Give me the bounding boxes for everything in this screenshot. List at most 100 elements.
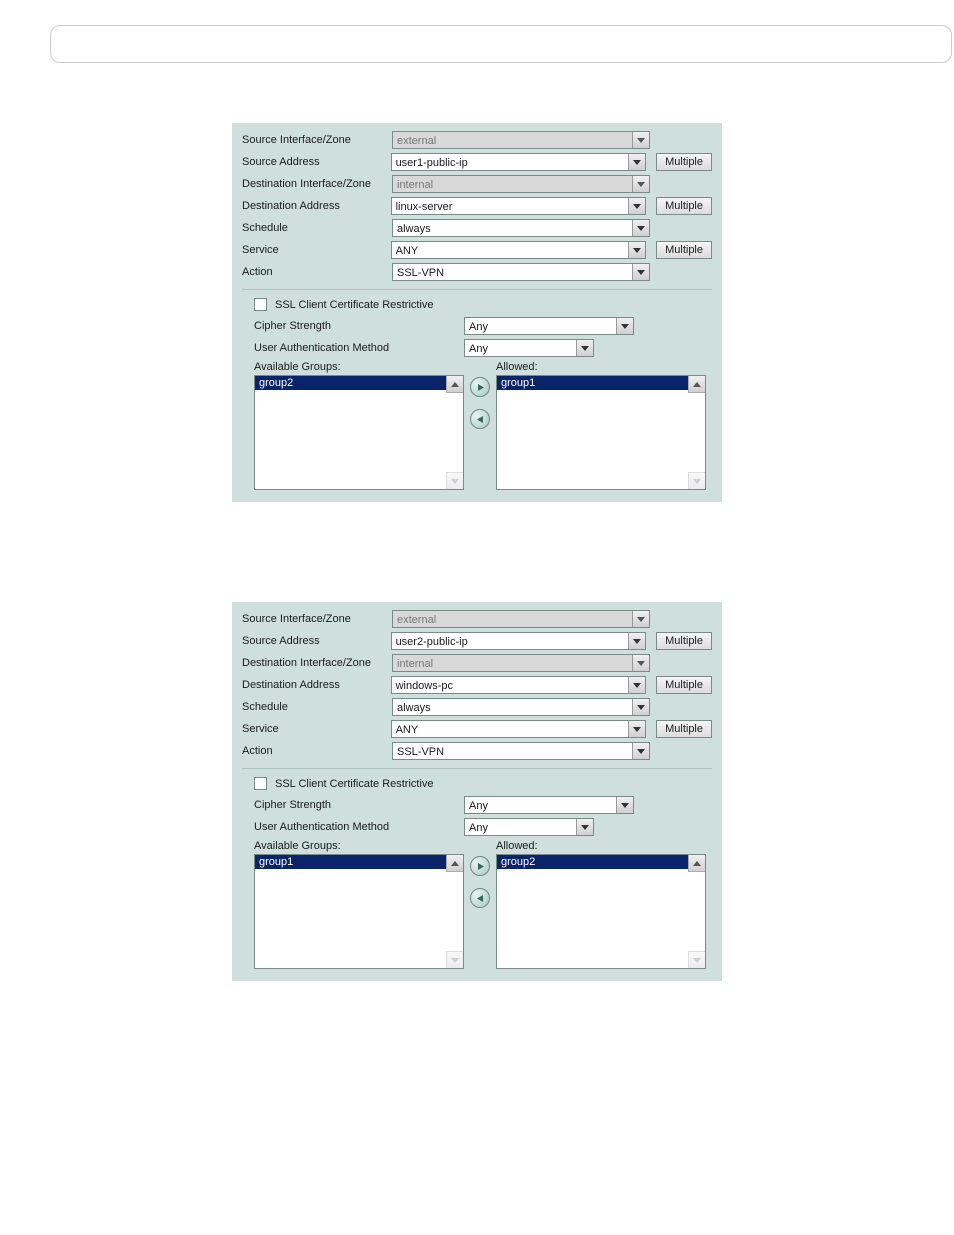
chevron-down-icon[interactable] [616, 318, 633, 334]
dst-iface-select: internal [392, 654, 650, 672]
chevron-down-icon[interactable] [632, 699, 649, 715]
available-groups-label: Available Groups: [254, 840, 464, 852]
chevron-down-icon[interactable] [628, 677, 645, 693]
available-groups-list[interactable]: group2 [254, 375, 464, 490]
chevron-down-icon[interactable] [616, 797, 633, 813]
ssl-cert-label: SSL Client Certificate Restrictive [275, 299, 434, 311]
schedule-value: always [397, 702, 431, 714]
scroll-down-icon[interactable] [688, 472, 705, 489]
action-label: Action [242, 745, 392, 757]
list-item[interactable]: group2 [497, 855, 705, 869]
chevron-down-icon[interactable] [632, 220, 649, 236]
scroll-down-icon[interactable] [688, 951, 705, 968]
dst-iface-value: internal [397, 658, 433, 670]
allowed-groups-label: Allowed: [496, 361, 706, 373]
src-addr-select[interactable]: user2-public-ip [391, 632, 647, 650]
schedule-select[interactable]: always [392, 219, 650, 237]
src-addr-value: user2-public-ip [396, 636, 468, 648]
scroll-down-icon[interactable] [446, 472, 463, 489]
chevron-down-icon[interactable] [576, 340, 593, 356]
scroll-up-icon[interactable] [688, 855, 705, 872]
cipher-select[interactable]: Any [464, 796, 634, 814]
src-iface-label: Source Interface/Zone [242, 613, 392, 625]
service-label: Service [242, 244, 391, 256]
cipher-value: Any [469, 800, 488, 812]
divider [242, 768, 712, 769]
chevron-down-icon[interactable] [628, 721, 645, 737]
ssl-cert-label: SSL Client Certificate Restrictive [275, 778, 434, 790]
scroll-up-icon[interactable] [446, 855, 463, 872]
chevron-down-icon[interactable] [628, 198, 645, 214]
list-item[interactable]: group1 [255, 855, 463, 869]
chevron-down-icon[interactable] [628, 633, 645, 649]
schedule-select[interactable]: always [392, 698, 650, 716]
chevron-down-icon[interactable] [628, 154, 645, 170]
ssl-cert-checkbox[interactable] [254, 777, 267, 790]
src-addr-select[interactable]: user1-public-ip [391, 153, 647, 171]
cipher-label: Cipher Strength [254, 799, 464, 811]
available-groups-list[interactable]: group1 [254, 854, 464, 969]
src-iface-select: external [392, 610, 650, 628]
ssl-cert-checkbox[interactable] [254, 298, 267, 311]
schedule-value: always [397, 223, 431, 235]
allowed-groups-list[interactable]: group2 [496, 854, 706, 969]
scroll-up-icon[interactable] [446, 376, 463, 393]
page-header-bar [50, 25, 952, 63]
chevron-down-icon [632, 611, 649, 627]
scroll-down-icon[interactable] [446, 951, 463, 968]
dst-iface-value: internal [397, 179, 433, 191]
cipher-value: Any [469, 321, 488, 333]
src-addr-multiple-button[interactable]: Multiple [656, 632, 712, 650]
policy-panel-1: Source Interface/Zone external Source Ad… [232, 123, 722, 502]
chevron-down-icon[interactable] [632, 264, 649, 280]
chevron-down-icon[interactable] [632, 743, 649, 759]
service-value: ANY [396, 245, 419, 257]
src-iface-label: Source Interface/Zone [242, 134, 392, 146]
chevron-down-icon [632, 176, 649, 192]
dst-iface-select: internal [392, 175, 650, 193]
dst-addr-label: Destination Address [242, 679, 391, 691]
dst-addr-multiple-button[interactable]: Multiple [656, 197, 712, 215]
move-right-button[interactable] [470, 856, 490, 876]
dst-addr-select[interactable]: linux-server [391, 197, 647, 215]
action-label: Action [242, 266, 392, 278]
cipher-select[interactable]: Any [464, 317, 634, 335]
action-select[interactable]: SSL-VPN [392, 263, 650, 281]
dst-addr-multiple-button[interactable]: Multiple [656, 676, 712, 694]
allowed-groups-label: Allowed: [496, 840, 706, 852]
service-value: ANY [396, 724, 419, 736]
dst-iface-label: Destination Interface/Zone [242, 657, 392, 669]
divider [242, 289, 712, 290]
action-select[interactable]: SSL-VPN [392, 742, 650, 760]
schedule-label: Schedule [242, 222, 392, 234]
dst-addr-select[interactable]: windows-pc [391, 676, 647, 694]
chevron-down-icon[interactable] [628, 242, 645, 258]
service-select[interactable]: ANY [391, 241, 647, 259]
move-left-button[interactable] [470, 888, 490, 908]
auth-method-value: Any [469, 822, 488, 834]
src-addr-multiple-button[interactable]: Multiple [656, 153, 712, 171]
list-item[interactable]: group2 [255, 376, 463, 390]
dst-addr-value: linux-server [396, 201, 453, 213]
chevron-down-icon[interactable] [576, 819, 593, 835]
service-select[interactable]: ANY [391, 720, 647, 738]
scroll-up-icon[interactable] [688, 376, 705, 393]
list-item[interactable]: group1 [497, 376, 705, 390]
src-addr-label: Source Address [242, 156, 391, 168]
dst-addr-value: windows-pc [396, 680, 453, 692]
src-iface-value: external [397, 614, 436, 626]
src-iface-select: external [392, 131, 650, 149]
service-multiple-button[interactable]: Multiple [656, 720, 712, 738]
auth-method-select[interactable]: Any [464, 339, 594, 357]
action-value: SSL-VPN [397, 746, 444, 758]
dst-addr-label: Destination Address [242, 200, 391, 212]
move-left-button[interactable] [470, 409, 490, 429]
service-multiple-button[interactable]: Multiple [656, 241, 712, 259]
allowed-groups-list[interactable]: group1 [496, 375, 706, 490]
move-right-button[interactable] [470, 377, 490, 397]
auth-method-value: Any [469, 343, 488, 355]
src-iface-value: external [397, 135, 436, 147]
src-addr-label: Source Address [242, 635, 391, 647]
auth-method-select[interactable]: Any [464, 818, 594, 836]
action-value: SSL-VPN [397, 267, 444, 279]
